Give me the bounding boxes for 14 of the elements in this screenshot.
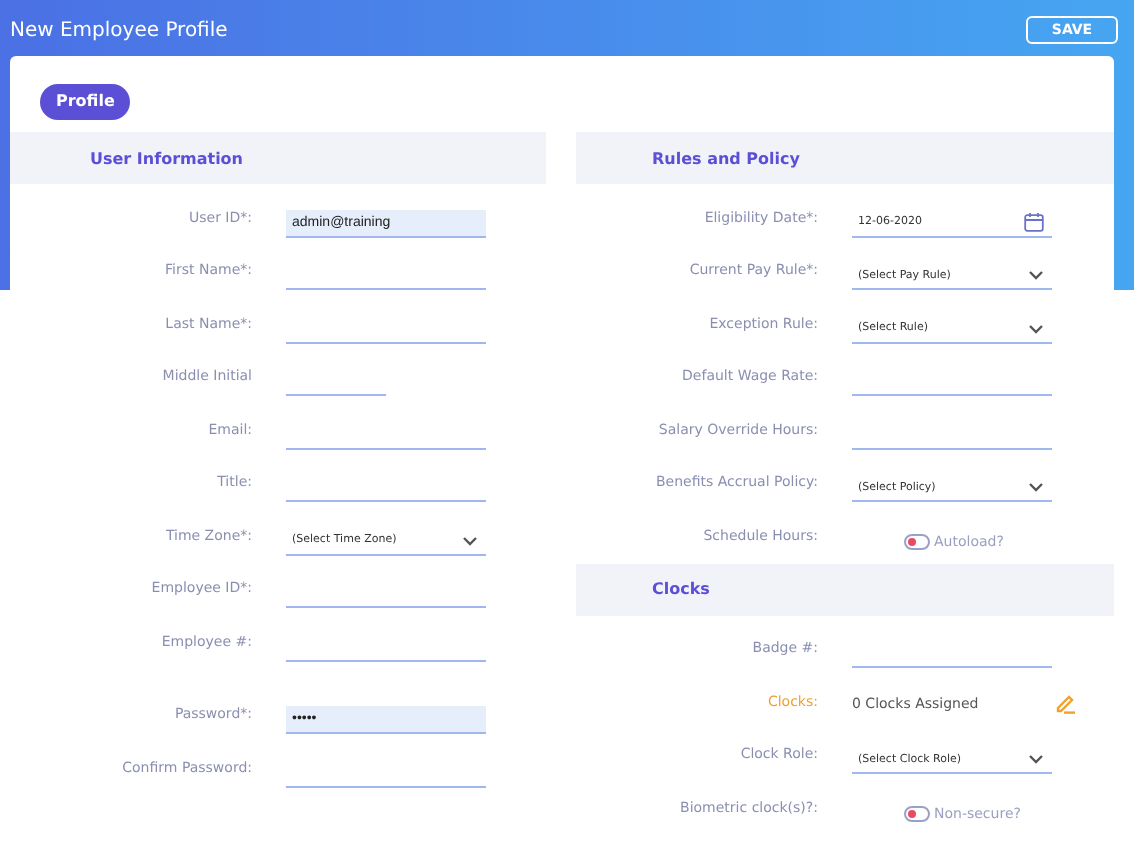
- chevron-down-icon: [1028, 323, 1044, 333]
- toggle-switch[interactable]: [904, 805, 930, 821]
- section-title: User Information: [90, 149, 243, 167]
- pencil-icon[interactable]: [1054, 692, 1076, 714]
- chevron-down-icon: [1028, 754, 1044, 764]
- profile-tab[interactable]: Profile: [40, 83, 131, 119]
- calendar-icon[interactable]: [1024, 212, 1044, 232]
- section-title: Rules and Policy: [652, 149, 800, 167]
- section-title: Clocks: [652, 580, 710, 598]
- window-title: New Employee Profile: [10, 20, 228, 42]
- toggle-switch[interactable]: [904, 533, 930, 549]
- chevron-down-icon: [462, 535, 478, 545]
- chevron-down-icon: [1028, 270, 1044, 280]
- chevron-down-icon: [1028, 482, 1044, 492]
